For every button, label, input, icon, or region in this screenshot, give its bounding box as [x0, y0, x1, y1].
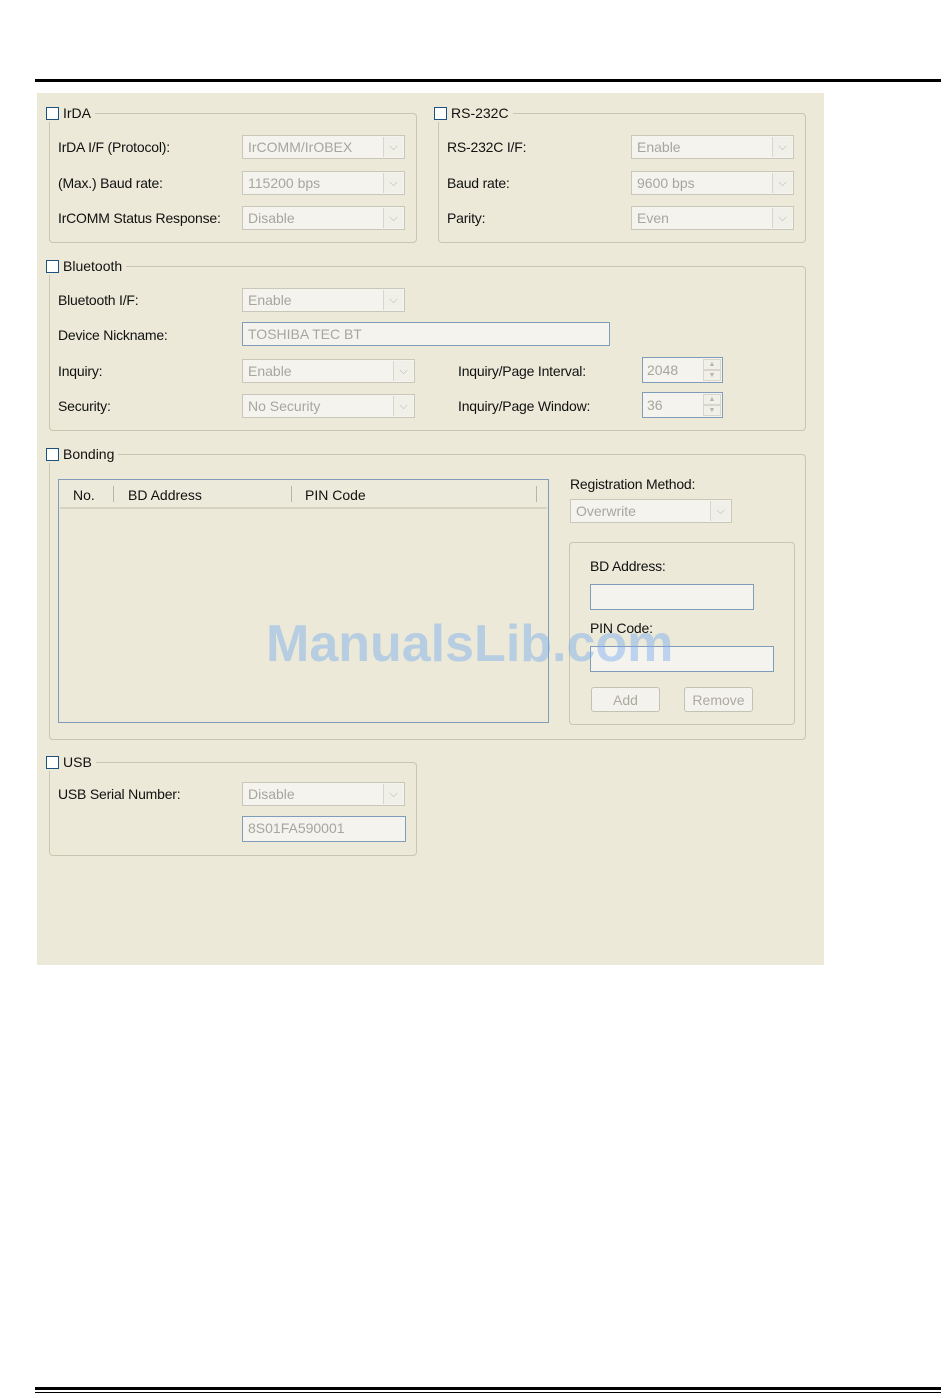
irda-baud-label: (Max.) Baud rate: [58, 175, 163, 191]
bottom-rule [35, 1387, 941, 1390]
bonding-checkbox[interactable] [46, 447, 59, 461]
chevron-down-icon[interactable]: ⌵ [772, 208, 792, 228]
bd-address-field[interactable] [590, 584, 754, 610]
bluetooth-title: Bluetooth [63, 258, 123, 274]
rs232c-if-select[interactable]: Enable ⌵ [631, 135, 794, 159]
column-divider[interactable] [536, 486, 537, 502]
usb-title: USB [63, 754, 92, 770]
security-value: No Security [248, 398, 321, 414]
irda-title: IrDA [63, 105, 91, 121]
rs232c-parity-select[interactable]: Even ⌵ [631, 206, 794, 230]
inquiry-interval-value: 2048 [647, 362, 679, 378]
chevron-down-icon[interactable]: ⌵ [383, 784, 403, 804]
usb-serial-value: Disable [248, 786, 295, 802]
chevron-down-icon[interactable]: ⌵ [393, 361, 413, 381]
column-divider[interactable] [291, 486, 292, 502]
bottom-rule-thin [35, 1392, 941, 1393]
add-button[interactable]: Add [591, 687, 660, 712]
usb-checkbox[interactable] [46, 755, 59, 769]
inquiry-window-value: 36 [647, 397, 663, 413]
usb-serial-label: USB Serial Number: [58, 786, 181, 802]
irda-protocol-select[interactable]: IrCOMM/IrOBEX ⌵ [242, 135, 405, 159]
bonding-list-header: No. BD Address PIN Code [60, 481, 547, 509]
security-select[interactable]: No Security ⌵ [242, 394, 415, 418]
irda-status-select[interactable]: Disable ⌵ [242, 206, 405, 230]
device-nickname-value: TOSHIBA TEC BT [248, 326, 362, 342]
bluetooth-if-label: Bluetooth I/F: [58, 292, 139, 308]
usb-serial-number-value: 8S01FA590001 [248, 820, 345, 836]
bluetooth-if-value: Enable [248, 292, 292, 308]
chevron-down-icon[interactable]: ⌵ [383, 290, 403, 310]
remove-button[interactable]: Remove [684, 687, 753, 712]
chevron-down-icon[interactable]: ⌵ [710, 501, 730, 521]
rs232c-baud-value: 9600 bps [637, 175, 695, 191]
bonding-title: Bonding [63, 446, 115, 462]
spin-down-icon[interactable]: ▼ [703, 370, 721, 381]
chevron-down-icon[interactable]: ⌵ [393, 396, 413, 416]
irda-protocol-value: IrCOMM/IrOBEX [248, 139, 353, 155]
chevron-down-icon[interactable]: ⌵ [772, 173, 792, 193]
irda-status-value: Disable [248, 210, 295, 226]
spin-up-icon[interactable]: ▲ [703, 359, 721, 370]
rs232c-baud-select[interactable]: 9600 bps ⌵ [631, 171, 794, 195]
bonding-legend[interactable]: Bonding [46, 445, 119, 463]
bonding-list[interactable]: No. BD Address PIN Code [58, 479, 549, 723]
rs232c-legend[interactable]: RS-232C [434, 104, 513, 122]
usb-legend[interactable]: USB [46, 753, 96, 771]
device-nickname-field[interactable]: TOSHIBA TEC BT [242, 322, 610, 346]
bluetooth-checkbox[interactable] [46, 259, 59, 273]
column-header-bd-address[interactable]: BD Address [128, 487, 202, 503]
rs232c-if-value: Enable [637, 139, 681, 155]
irda-legend[interactable]: IrDA [46, 104, 95, 122]
inquiry-select[interactable]: Enable ⌵ [242, 359, 415, 383]
inquiry-interval-spinner[interactable]: 2048 ▲ ▼ [642, 357, 723, 383]
irda-checkbox[interactable] [46, 106, 59, 120]
spin-down-icon[interactable]: ▼ [703, 405, 721, 416]
irda-protocol-label: IrDA I/F (Protocol): [58, 139, 170, 155]
rs232c-if-label: RS-232C I/F: [447, 139, 527, 155]
inquiry-window-spinner[interactable]: 36 ▲ ▼ [642, 392, 723, 418]
column-divider[interactable] [113, 486, 114, 502]
security-label: Security: [58, 398, 111, 414]
device-nickname-label: Device Nickname: [58, 327, 168, 343]
bluetooth-if-select[interactable]: Enable ⌵ [242, 288, 405, 312]
spin-up-icon[interactable]: ▲ [703, 394, 721, 405]
rs232c-parity-value: Even [637, 210, 669, 226]
column-header-pin-code[interactable]: PIN Code [305, 487, 366, 503]
bluetooth-legend[interactable]: Bluetooth [46, 257, 127, 275]
inquiry-interval-label: Inquiry/Page Interval: [458, 363, 586, 379]
chevron-down-icon[interactable]: ⌵ [383, 173, 403, 193]
irda-baud-select[interactable]: 115200 bps ⌵ [242, 171, 405, 195]
usb-serial-number-field[interactable]: 8S01FA590001 [242, 816, 406, 842]
rs232c-checkbox[interactable] [434, 106, 447, 120]
registration-method-label: Registration Method: [570, 476, 696, 492]
inquiry-window-label: Inquiry/Page Window: [458, 398, 591, 414]
rs232c-baud-label: Baud rate: [447, 175, 510, 191]
irda-status-label: IrCOMM Status Response: [58, 210, 221, 226]
rs232c-parity-label: Parity: [447, 210, 486, 226]
irda-baud-value: 115200 bps [248, 175, 321, 191]
top-rule [35, 79, 941, 82]
rs232c-title: RS-232C [451, 105, 509, 121]
chevron-down-icon[interactable]: ⌵ [772, 137, 792, 157]
registration-method-value: Overwrite [576, 503, 636, 519]
chevron-down-icon[interactable]: ⌵ [383, 208, 403, 228]
column-header-no[interactable]: No. [73, 487, 95, 503]
usb-serial-select[interactable]: Disable ⌵ [242, 782, 405, 806]
inquiry-label: Inquiry: [58, 363, 103, 379]
inquiry-value: Enable [248, 363, 292, 379]
bd-address-label: BD Address: [590, 558, 666, 574]
chevron-down-icon[interactable]: ⌵ [383, 137, 403, 157]
registration-method-select[interactable]: Overwrite ⌵ [570, 499, 732, 523]
watermark: ManualsLib.com [266, 615, 674, 673]
